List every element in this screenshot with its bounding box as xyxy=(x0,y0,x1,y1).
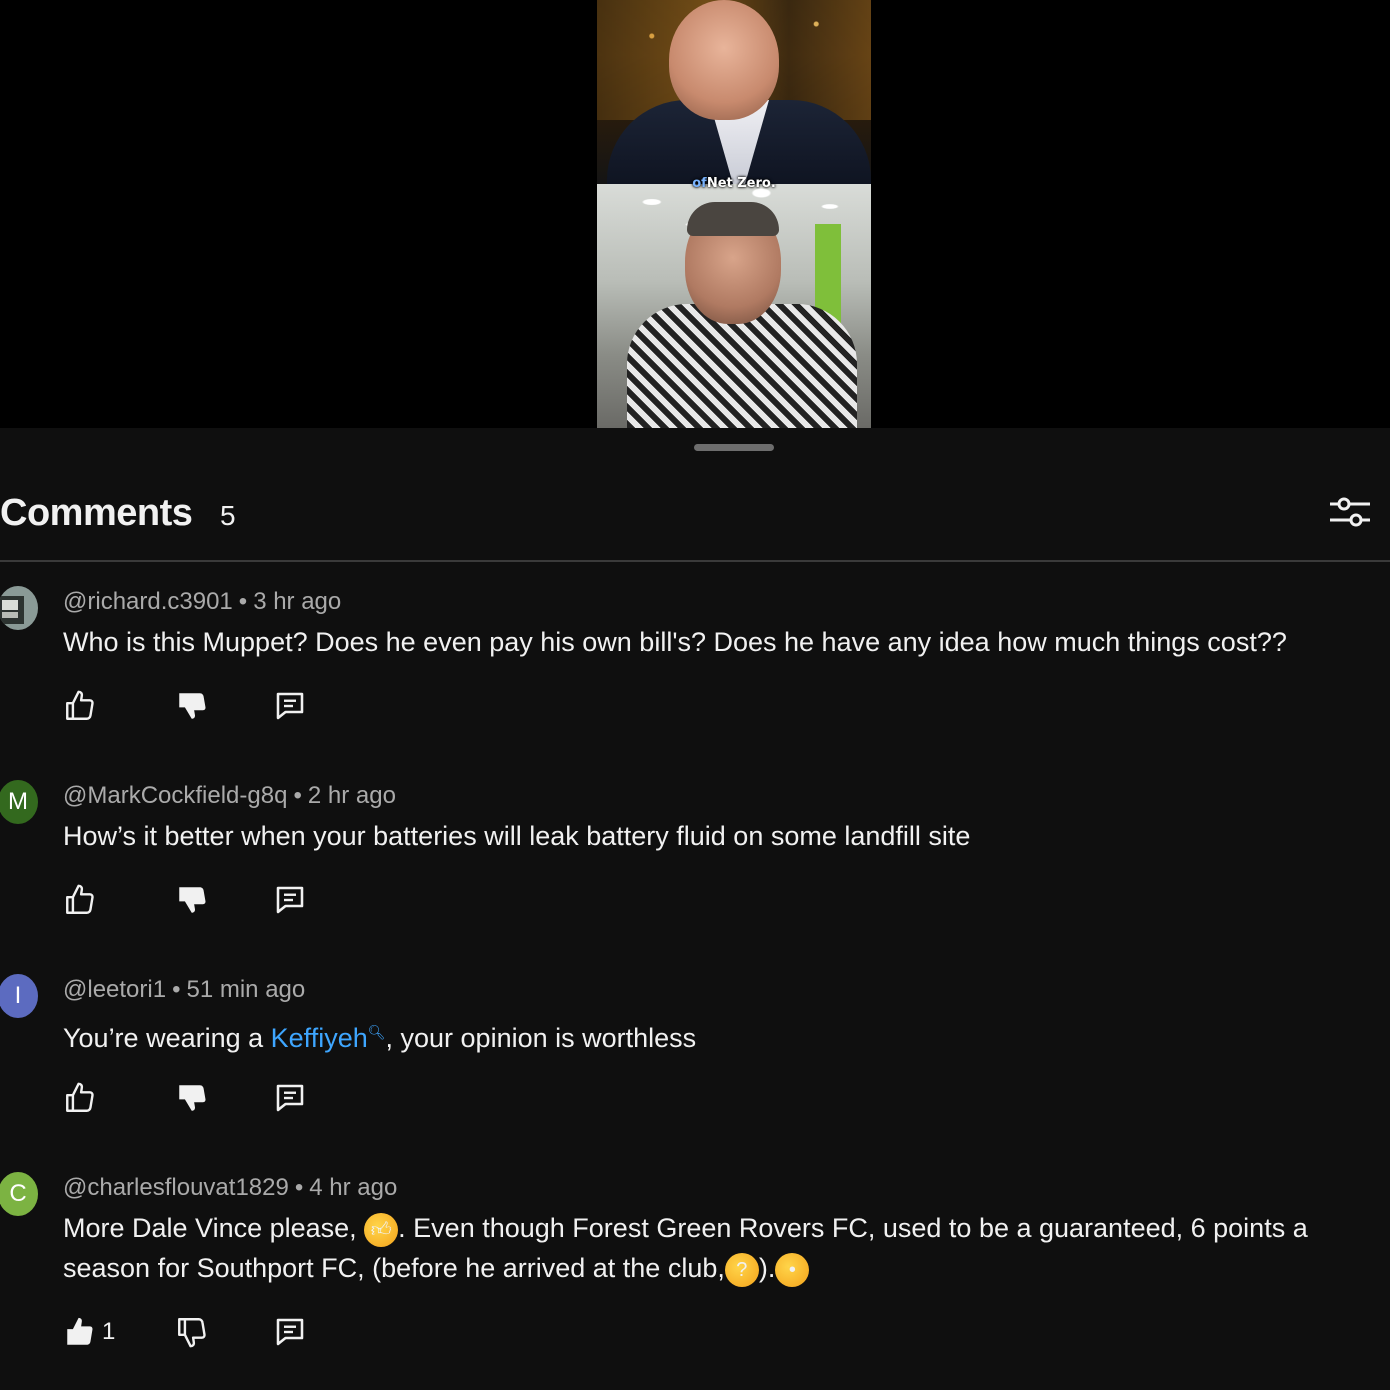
reply-button[interactable] xyxy=(270,882,310,922)
like-button[interactable] xyxy=(60,1080,100,1120)
comment-text-part: More Dale Vince please, xyxy=(63,1213,365,1243)
comment-actions xyxy=(60,1080,380,1120)
dislike-button[interactable] xyxy=(172,1314,212,1354)
avatar[interactable]: C xyxy=(0,1172,38,1216)
comment-author[interactable]: @MarkCockfield-g8q xyxy=(63,782,287,809)
comment-time: 51 min ago xyxy=(186,976,306,1003)
video-bottom-panel xyxy=(597,184,871,428)
caption-text: Net Zero. xyxy=(706,176,776,191)
reply-comment-icon xyxy=(272,1314,308,1355)
keffiyeh-link[interactable]: Keffiyeh xyxy=(271,1023,368,1053)
sort-filter-icon[interactable] xyxy=(1326,490,1374,538)
search-icon[interactable]: 🔍︎ xyxy=(368,1024,386,1040)
reply-button[interactable] xyxy=(270,1080,310,1120)
comment-time: 3 hr ago xyxy=(253,588,342,615)
avatar[interactable]: I xyxy=(0,974,38,1018)
comment-meta: @charlesflouvat1829 • 4 hr ago xyxy=(63,1174,398,1201)
comment-text-before: You’re wearing a xyxy=(63,1023,271,1053)
reply-button[interactable] xyxy=(270,1314,310,1354)
thumbs-up-filled-icon xyxy=(63,1315,97,1354)
comment-text: You’re wearing a Keffiyeh🔍︎, your opinio… xyxy=(63,1012,696,1058)
comment-text-after: , your opinion is worthless xyxy=(385,1023,697,1053)
reply-button[interactable] xyxy=(270,688,310,728)
comment-meta: @leetori1 • 51 min ago xyxy=(63,976,306,1003)
video-caption: ofNet Zero. xyxy=(597,176,871,191)
reply-comment-icon xyxy=(272,688,308,729)
comment-item: I @leetori1 • 51 min ago You’re wearing a … xyxy=(0,968,1390,1158)
comment-author[interactable]: @charlesflouvat1829 xyxy=(63,1174,289,1201)
like-button[interactable] xyxy=(60,882,100,922)
video-frame[interactable]: ofNet Zero. xyxy=(597,0,871,428)
comment-text-line-1: More Dale Vince please, 👍︎. Even though … xyxy=(63,1208,1308,1248)
avatar[interactable] xyxy=(0,586,38,630)
comment-actions xyxy=(60,688,380,728)
comment-item: @richard.c3901 • 3 hr ago Who is this Mupp… xyxy=(0,580,1390,760)
dislike-button[interactable] xyxy=(172,882,212,922)
thumbs-down-icon xyxy=(175,1315,209,1354)
thumbs-down-icon xyxy=(175,883,209,922)
comment-meta: @richard.c3901 • 3 hr ago xyxy=(63,588,342,615)
comment-text-part: ). xyxy=(758,1253,776,1283)
comments-header: Comments 5 xyxy=(0,480,1390,560)
comment-text-part: . Even though Forest Green Rovers FC, us… xyxy=(398,1213,1308,1243)
comment-time: 4 hr ago xyxy=(309,1174,398,1201)
dislike-button[interactable] xyxy=(172,1080,212,1120)
face-with-hand-over-mouth-emoji-icon: • xyxy=(775,1252,810,1287)
comment-time: 2 hr ago xyxy=(307,782,396,809)
thumbs-down-icon xyxy=(175,1081,209,1120)
thinking-face-emoji-icon: ? xyxy=(724,1252,759,1287)
reply-comment-icon xyxy=(272,882,308,923)
comment-item: C @charlesflouvat1829 • 4 hr ago More Dale… xyxy=(0,1166,1390,1386)
thumbs-up-icon xyxy=(63,689,97,728)
thumbs-down-icon xyxy=(175,689,209,728)
avatar[interactable]: M xyxy=(0,780,38,824)
comment-author[interactable]: @richard.c3901 xyxy=(63,588,233,615)
comment-author[interactable]: @leetori1 xyxy=(63,976,166,1003)
reply-comment-icon xyxy=(272,1080,308,1121)
comment-text: How’s it better when your batteries will… xyxy=(63,821,971,851)
like-button[interactable] xyxy=(60,1314,100,1354)
comments-count: 5 xyxy=(220,500,236,531)
comment-text: Who is this Muppet? Does he even pay his… xyxy=(63,627,1287,657)
caption-highlight: of xyxy=(692,176,707,191)
video-top-panel xyxy=(597,0,871,190)
like-count: 1 xyxy=(102,1318,116,1345)
comment-actions xyxy=(60,882,380,922)
drag-handle[interactable] xyxy=(694,444,774,451)
video-player[interactable]: ofNet Zero. xyxy=(0,0,1390,428)
dislike-button[interactable] xyxy=(172,688,212,728)
comments-title: Comments xyxy=(0,492,193,534)
avatar-letter: I xyxy=(14,982,22,1009)
thumbs-up-icon xyxy=(63,1081,97,1120)
avatar-letter: M xyxy=(8,788,28,815)
comment-actions: 1 xyxy=(60,1314,380,1354)
thumbs-up-emoji-icon: 👍︎ xyxy=(364,1212,399,1247)
comment-text-line-2: season for Southport FC, (before he arri… xyxy=(63,1248,810,1288)
thumbs-up-icon xyxy=(63,883,97,922)
like-button[interactable] xyxy=(60,688,100,728)
header-divider xyxy=(0,560,1390,562)
comment-item: M @MarkCockfield-g8q • 2 hr ago How’s it b… xyxy=(0,774,1390,954)
avatar-letter: C xyxy=(9,1180,27,1207)
comment-meta: @MarkCockfield-g8q • 2 hr ago xyxy=(63,782,396,809)
comment-text-part: season for Southport FC, (before he arri… xyxy=(63,1253,725,1283)
